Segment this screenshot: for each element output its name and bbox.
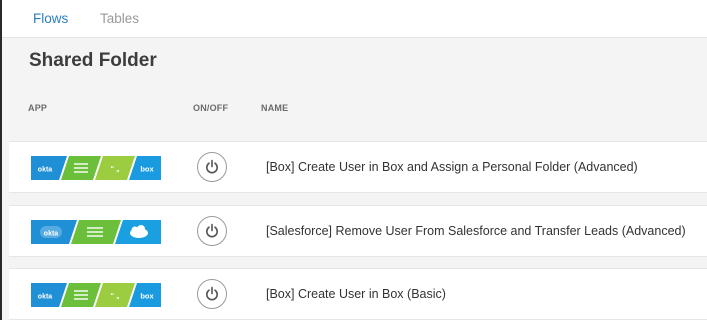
- column-header-name: NAME: [261, 103, 289, 113]
- column-header-app: APP: [28, 103, 48, 113]
- column-header-onoff: ON/OFF: [193, 103, 229, 113]
- power-toggle-button[interactable]: [197, 279, 227, 309]
- power-toggle-button[interactable]: [197, 152, 227, 182]
- folder-title: Shared Folder: [29, 50, 157, 71]
- flow-name[interactable]: [Salesforce] Remove User From Salesforce…: [266, 224, 686, 238]
- okta-logo-text: okta: [44, 231, 59, 238]
- tab-flows[interactable]: Flows: [33, 11, 68, 26]
- box-logo-text: box: [140, 292, 154, 301]
- app-icons-strip: okta “ „ box: [31, 156, 161, 180]
- flow-row[interactable]: okta [Salesforce] Remove User From Sales…: [9, 205, 707, 257]
- tab-bar: Flows Tables: [2, 0, 707, 38]
- okta-logo-text: okta: [38, 294, 53, 301]
- flow-row[interactable]: okta “ „ box [Box] Create User in Box (B…: [9, 268, 707, 320]
- flow-name[interactable]: [Box] Create User in Box (Basic): [266, 287, 446, 301]
- power-toggle-button[interactable]: [197, 216, 227, 246]
- box-logo-text: box: [140, 165, 154, 174]
- okta-logo-text: okta: [38, 167, 53, 174]
- tab-tables[interactable]: Tables: [100, 11, 139, 26]
- power-icon: [206, 223, 218, 238]
- quote-logo-text: “ „: [111, 166, 120, 173]
- quote-logo-text: “ „: [111, 293, 120, 300]
- app-frame: Flows Tables Shared Folder APP ON/OFF NA…: [0, 0, 707, 320]
- flow-name[interactable]: [Box] Create User in Box and Assign a Pe…: [266, 160, 638, 174]
- power-icon: [206, 159, 218, 174]
- power-icon: [206, 286, 218, 301]
- flow-row[interactable]: okta “ „ box [Box] Create User in Box an…: [9, 141, 707, 193]
- app-icons-strip: okta “ „ box: [31, 283, 161, 307]
- app-icons-strip: okta: [31, 220, 161, 244]
